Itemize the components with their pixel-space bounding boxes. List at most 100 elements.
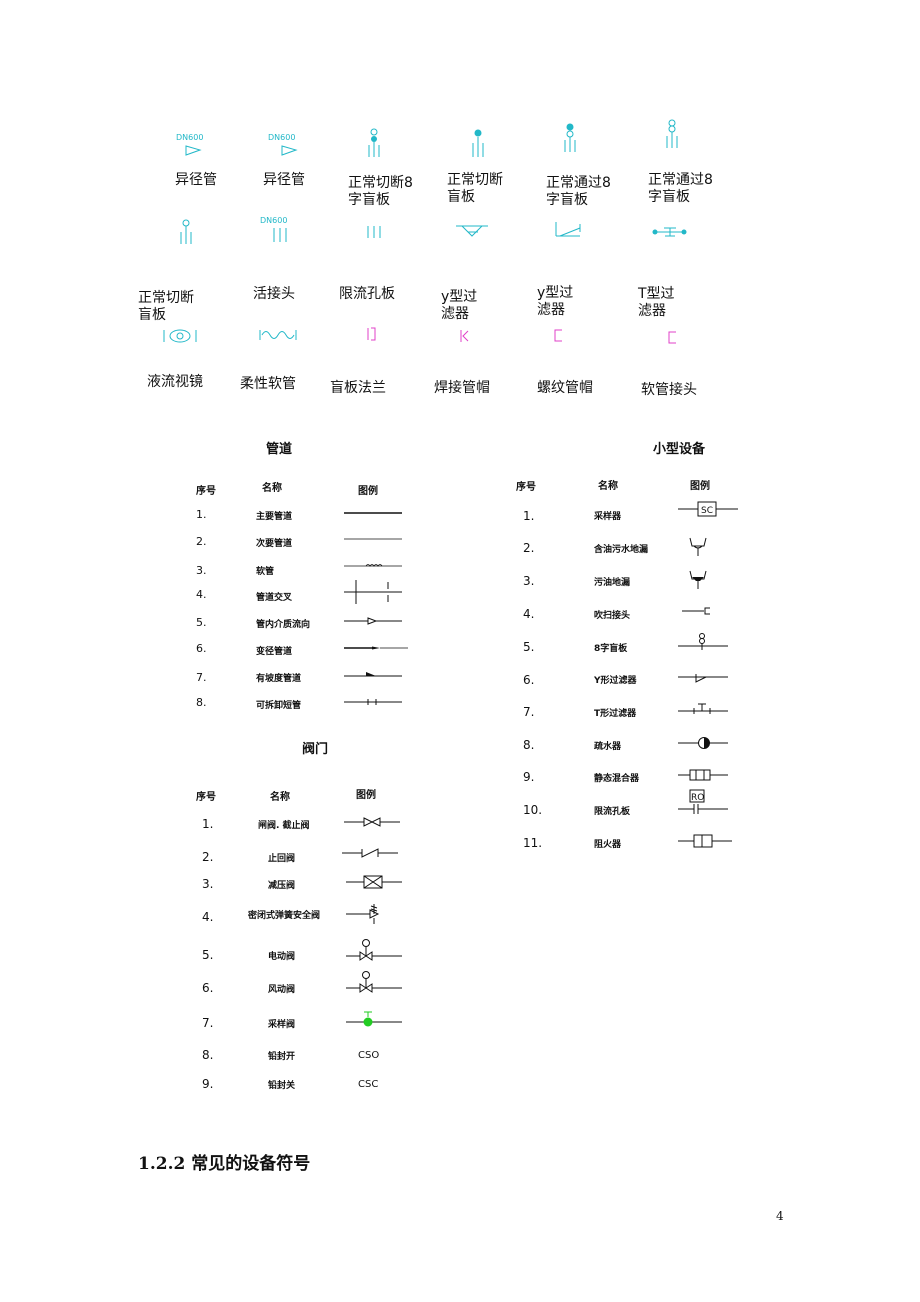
valve-row-name: 铅封开 xyxy=(268,1052,296,1062)
main-pipe-legend xyxy=(344,512,402,514)
sampler-legend: SC xyxy=(678,501,738,517)
valve-row-no: 7. xyxy=(202,1016,214,1030)
sloped-pipe-legend xyxy=(344,672,402,677)
static-mixer-legend xyxy=(678,769,728,781)
caption-reducer-1: 异径管 xyxy=(175,172,217,188)
equipment-row-name: T形过滤器 xyxy=(594,709,637,719)
equipment-row-name: 吹扫接头 xyxy=(594,611,631,621)
union-symbol: DN600 xyxy=(260,216,287,242)
caption-y-strainer-2: y型过 滤器 xyxy=(537,285,574,318)
y-strainer-symbol xyxy=(456,225,488,237)
hose-pipe-legend xyxy=(344,564,402,567)
valves-header-no: 序号 xyxy=(196,792,216,803)
pipes-header-legend: 图例 xyxy=(358,486,378,497)
equipment-row-name: 8字盲板 xyxy=(594,644,628,654)
valve-row-name: 风动阀 xyxy=(268,985,296,995)
pipe-row-no: 8. xyxy=(196,696,207,709)
sight-glass-symbol xyxy=(163,329,197,343)
pipe-row-name: 可拆卸短管 xyxy=(256,701,302,711)
spectacle-blind-legend xyxy=(678,633,728,650)
equipment-row-no: 11. xyxy=(523,836,543,850)
svg-text:DN600: DN600 xyxy=(176,133,203,142)
oil-drain-legend xyxy=(689,570,707,589)
section-heading: 1.2.2 常见的设备符号 xyxy=(138,1154,311,1174)
pipe-row-name: 次要管道 xyxy=(256,539,293,549)
equipment-row-no: 4. xyxy=(523,607,535,621)
blind-closed-symbol xyxy=(472,129,484,157)
valve-row-name: 减压阀 xyxy=(268,881,296,891)
spectacle-blind-open-symbol xyxy=(666,119,678,148)
valve-row-no: 4. xyxy=(202,910,214,924)
flame-arrester-legend xyxy=(678,834,732,848)
equipment-header-name: 名称 xyxy=(598,481,618,492)
valve-row-name: 电动阀 xyxy=(268,952,296,962)
caption-y-strainer-1: y型过 滤器 xyxy=(441,289,478,322)
purge-connection-legend xyxy=(682,607,710,615)
pipe-row-no: 7. xyxy=(196,671,207,684)
reducing-pipe-legend xyxy=(344,646,408,650)
pneumatic-valve-legend xyxy=(346,971,402,993)
hose-connection-symbol xyxy=(668,331,676,344)
valve-row-no: 1. xyxy=(202,817,214,831)
equipment-row-name: Y形过滤器 xyxy=(594,676,637,686)
caption-blind-flange: 盲板法兰 xyxy=(330,380,386,396)
equipment-row-name: 阻火器 xyxy=(594,840,622,850)
blind-flange-symbol xyxy=(367,327,376,341)
valve-row-no: 6. xyxy=(202,981,214,995)
spectacle-blind-open-symbol xyxy=(564,123,576,152)
removable-spool-legend xyxy=(344,699,402,705)
valve-row-name: 止回阀 xyxy=(268,854,296,864)
caption-screwed-cap: 螺纹管帽 xyxy=(537,380,593,396)
car-sealed-closed-legend: CSC xyxy=(358,1079,379,1090)
valve-row-no: 2. xyxy=(202,850,214,864)
y-strainer-symbol xyxy=(555,222,581,237)
flexible-hose-symbol xyxy=(259,330,297,340)
pipe-row-no: 1. xyxy=(196,508,207,521)
pipe-row-no: 4. xyxy=(196,588,207,601)
valve-row-name: 铅封关 xyxy=(268,1081,296,1091)
pipe-row-no: 6. xyxy=(196,642,207,655)
svg-text:DN600: DN600 xyxy=(268,133,295,142)
equipment-title: 小型设备 xyxy=(653,442,706,457)
weld-cap-symbol xyxy=(460,330,469,342)
pipe-row-no: 5. xyxy=(196,616,207,629)
equipment-row-name: 含油污水地漏 xyxy=(594,545,649,555)
valve-row-no: 8. xyxy=(202,1048,214,1062)
valves-header-name: 名称 xyxy=(270,792,290,803)
caption-spectacle-open-1: 正常通过8 字盲板 xyxy=(546,175,611,208)
screwed-cap-symbol xyxy=(554,329,562,342)
caption-restriction-orifice: 限流孔板 xyxy=(339,286,395,302)
motor-valve-legend xyxy=(346,939,402,961)
equipment-row-no: 7. xyxy=(523,705,535,719)
safety-valve-legend xyxy=(346,904,380,924)
equipment-header-legend: 图例 xyxy=(690,481,710,492)
equipment-header-no: 序号 xyxy=(516,482,536,493)
caption-blind-closed: 正常切断 盲板 xyxy=(447,172,503,205)
valve-row-name: 采样阀 xyxy=(268,1020,296,1030)
check-valve-legend xyxy=(342,848,398,858)
car-sealed-open-legend: CSO xyxy=(358,1050,380,1061)
pipe-crossing-legend xyxy=(344,580,402,604)
equipment-row-name: 疏水器 xyxy=(594,742,622,752)
steam-trap-legend xyxy=(678,737,728,749)
equipment-row-no: 6. xyxy=(523,673,535,687)
equipment-row-no: 3. xyxy=(523,574,535,588)
caption-blind-closed-2: 正常切断 盲板 xyxy=(138,290,194,323)
blind-closed-symbol xyxy=(180,219,192,244)
equipment-row-name: 限流孔板 xyxy=(594,807,631,817)
pipe-row-name: 主要管道 xyxy=(256,512,293,522)
secondary-pipe-legend xyxy=(344,538,402,540)
valve-row-no: 9. xyxy=(202,1077,214,1091)
pipe-row-name: 软管 xyxy=(256,567,275,577)
pipe-row-no: 2. xyxy=(196,535,207,548)
valve-row-no: 3. xyxy=(202,877,214,891)
restriction-orifice-legend: RO xyxy=(678,789,728,814)
reducer-symbol: DN600 xyxy=(176,133,203,156)
gate-valve-legend xyxy=(344,817,400,827)
equipment-row-no: 2. xyxy=(523,541,535,555)
equipment-row-no: 9. xyxy=(523,770,535,784)
caption-reducer-2: 异径管 xyxy=(263,172,305,188)
caption-hose-connection: 软管接头 xyxy=(641,382,697,398)
valve-row-name: 闸阀. 截止阀 xyxy=(258,821,310,831)
pipe-row-name: 有坡度管道 xyxy=(256,674,302,684)
